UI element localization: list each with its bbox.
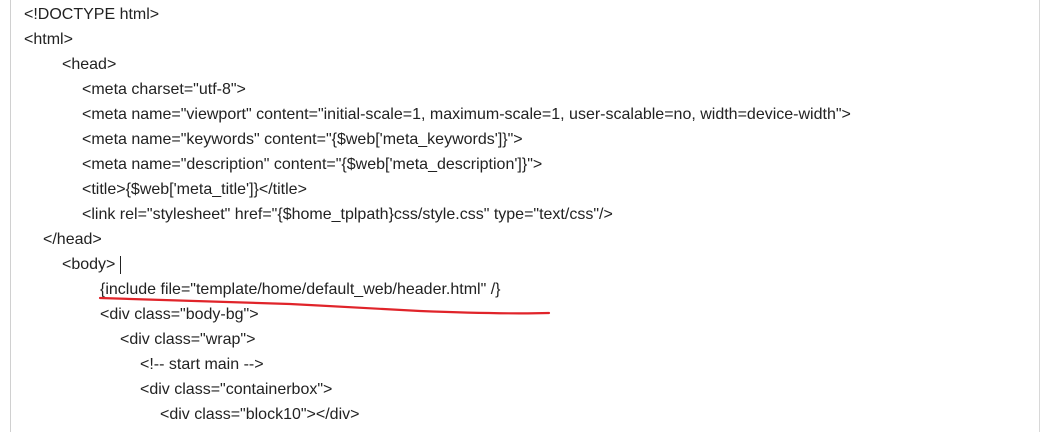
code-line-13: <div class="body-bg"> — [100, 306, 259, 323]
code-line-16: <div class="containerbox"> — [140, 381, 333, 398]
code-line-7: <meta name="description" content="{$web[… — [82, 156, 543, 173]
code-line-8: <title>{$web['meta_title']}</title> — [82, 181, 307, 198]
code-line-3: <head> — [62, 56, 117, 73]
code-line-17: <div class="block10"></div> — [160, 406, 360, 423]
code-line-11: <body> — [62, 256, 116, 273]
code-line-6: <meta name="keywords" content="{$web['me… — [82, 131, 523, 148]
code-line-9: <link rel="stylesheet" href="{$home_tplp… — [82, 206, 613, 223]
code-line-4: <meta charset="utf-8"> — [82, 81, 246, 98]
code-line-2: <html> — [24, 31, 73, 48]
code-line-1: <!DOCTYPE html> — [24, 6, 160, 23]
code-content[interactable]: <!DOCTYPE html> <html> <head> <meta char… — [0, 0, 1040, 432]
code-viewer[interactable]: <!DOCTYPE html> <html> <head> <meta char… — [0, 0, 1062, 432]
code-line-12: {include file="template/home/default_web… — [100, 281, 501, 298]
code-line-15: <!-- start main --> — [140, 356, 264, 373]
code-line-14: <div class="wrap"> — [120, 331, 256, 348]
code-line-10: </head> — [43, 231, 102, 248]
text-caret — [120, 256, 121, 274]
code-line-5: <meta name="viewport" content="initial-s… — [82, 106, 851, 123]
